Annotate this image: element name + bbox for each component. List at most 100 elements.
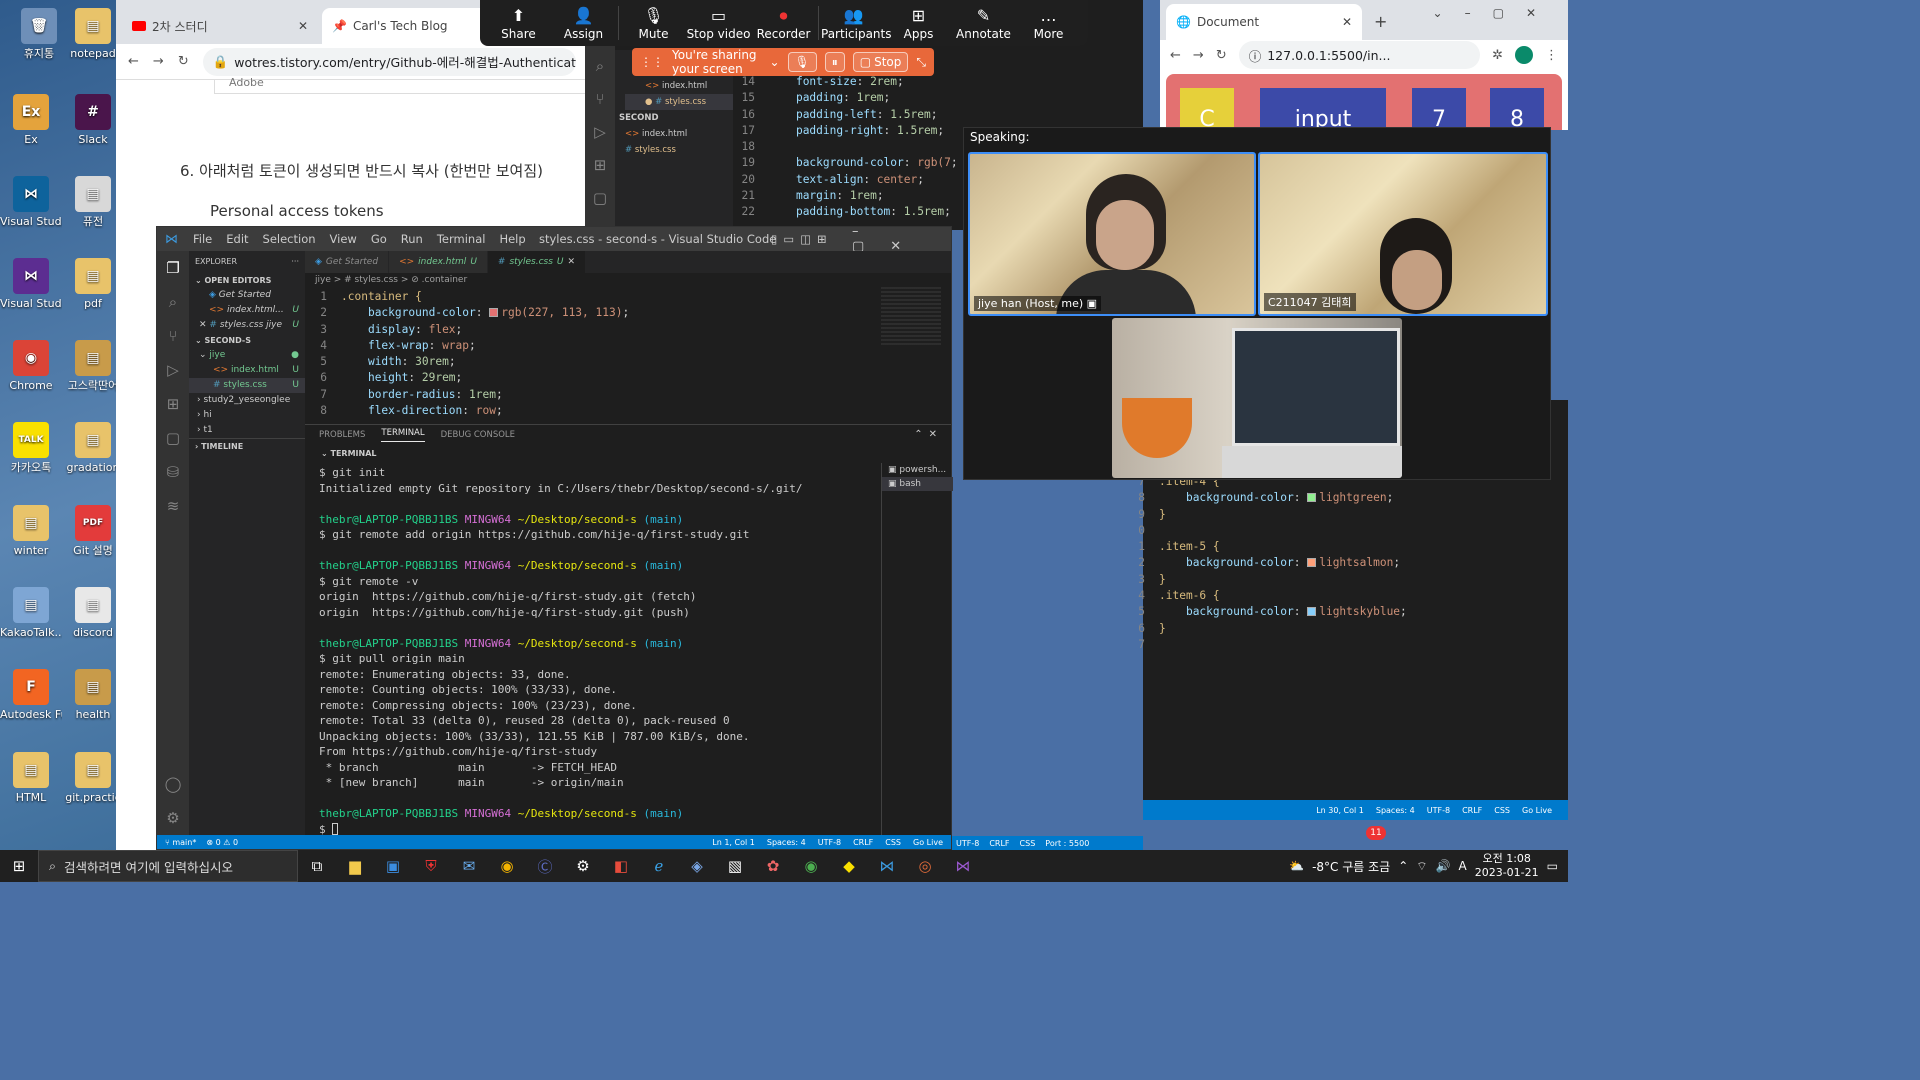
visual-studio-icon[interactable]: ⋈ <box>944 850 982 882</box>
menu-file[interactable]: File <box>193 232 212 246</box>
zoom-stop-video-button[interactable]: ▭ Stop video <box>686 5 751 41</box>
menu-icon[interactable]: ⋮ <box>1545 48 1558 63</box>
volume-icon[interactable]: 🔊 <box>1436 859 1451 873</box>
status-item[interactable]: Spaces: 4 <box>767 838 806 847</box>
menu-view[interactable]: View <box>330 232 357 246</box>
tree-item[interactable]: <> index.html U <box>189 363 305 378</box>
minimap[interactable] <box>881 287 941 347</box>
terminal-tab-powershell[interactable]: ▣ powersh... <box>882 463 953 477</box>
menu-help[interactable]: Help <box>499 232 525 246</box>
desktop-icon[interactable]: # Slack <box>62 94 124 147</box>
status-item[interactable]: Spaces: 4 <box>1376 806 1415 815</box>
menu-terminal[interactable]: Terminal <box>437 232 486 246</box>
status-item[interactable]: Go Live <box>913 838 943 847</box>
chrome-icon[interactable]: ◉ <box>488 850 526 882</box>
desktop-icon[interactable]: ▤ KakaoTalk... <box>0 587 62 640</box>
breadcrumb[interactable]: jiye > # styles.css > ⊘ .container <box>305 273 951 287</box>
color-swatch-icon[interactable] <box>489 308 499 318</box>
app-paper-icon[interactable]: ▧ <box>716 850 754 882</box>
tree-item[interactable]: # styles.css U <box>189 378 305 393</box>
collapse-icon[interactable]: ⤡ <box>916 55 926 70</box>
address-bar[interactable]: ⓘ 127.0.0.1:5500/in... <box>1238 41 1481 69</box>
run-debug-icon[interactable]: ▷ <box>157 353 189 387</box>
panel-tab-terminal[interactable]: TERMINAL <box>381 428 425 442</box>
menu-go[interactable]: Go <box>371 232 387 246</box>
panel-controls[interactable]: ⌃✕ <box>914 429 943 440</box>
explorer-icon[interactable]: ❐ <box>157 251 189 285</box>
extension-icon[interactable]: ✲ <box>1492 48 1503 63</box>
chrome-icon-2[interactable]: ◉ <box>792 850 830 882</box>
database-icon[interactable]: ⛁ <box>157 455 189 489</box>
tree-item[interactable]: ⌄ jiye ● <box>189 348 305 363</box>
desktop-icon[interactable]: ▤ git.practic <box>62 752 124 805</box>
open-editor-item[interactable]: ◈ Get Started <box>189 288 305 303</box>
remote-icon[interactable]: ▢ <box>157 421 189 455</box>
new-tab-icon[interactable]: + <box>1374 12 1387 31</box>
zoom-participants-button[interactable]: 👥 Participants <box>821 5 892 41</box>
desktop-icon[interactable]: ⋈ Visual Stud... <box>0 258 62 311</box>
tree-item[interactable]: › t1 <box>189 423 305 438</box>
status-item[interactable]: CSS <box>1494 806 1510 815</box>
color-swatch-icon[interactable] <box>1307 607 1317 617</box>
layout-icons[interactable]: ▯▭◫⊞ <box>771 232 833 246</box>
clock[interactable]: 오전 1:08 2023-01-21 <box>1475 852 1539 880</box>
extensions-icon[interactable]: ⊞ <box>157 387 189 421</box>
terminal-tab-bash[interactable]: ▣ bash <box>882 477 953 491</box>
app-c-icon[interactable]: Ⓒ <box>526 850 564 882</box>
status-item[interactable]: Ln 1, Col 1 <box>712 838 755 847</box>
color-swatch-icon[interactable] <box>1307 493 1317 503</box>
source-control-icon[interactable]: ⑂ <box>157 319 189 353</box>
status-item[interactable]: Port : 5500 <box>1045 839 1089 848</box>
forward-icon[interactable]: → <box>153 54 164 69</box>
zoom-more-button[interactable]: … More <box>1016 5 1081 41</box>
close-tab-icon[interactable]: ✕ <box>568 257 576 267</box>
desktop-icon[interactable]: ▤ 고스락딴어 <box>62 340 124 393</box>
chevron-down-icon[interactable]: ⌄ <box>769 55 779 69</box>
status-item[interactable]: Ln 30, Col 1 <box>1316 806 1364 815</box>
office-icon[interactable]: ◧ <box>602 850 640 882</box>
desktop-icon[interactable]: Ex Ex <box>0 94 62 147</box>
task-view-icon[interactable]: ⧉ <box>298 850 336 882</box>
zoom-assign-button[interactable]: 👤 Assign <box>551 5 616 41</box>
shared-camera-tile[interactable] <box>1112 318 1402 478</box>
status-item[interactable]: Go Live <box>1522 806 1552 815</box>
desktop-icon[interactable]: ◉ Chrome <box>0 340 62 393</box>
browser-tab-study[interactable]: 2차 스터디 ✕ <box>122 8 318 44</box>
desktop-icon[interactable]: ▤ discord <box>62 587 124 640</box>
back-icon[interactable]: ← <box>128 54 139 69</box>
desktop-icon[interactable]: 🗑 휴지통 <box>8 8 70 61</box>
desktop-icon[interactable]: ▤ winter <box>0 505 62 558</box>
desktop-icon[interactable]: ▤ pdf <box>62 258 124 311</box>
tree-item[interactable]: › hi <box>189 408 305 423</box>
close-icon[interactable]: ✕ <box>199 320 209 330</box>
desktop-icon[interactable]: ▤ 퓨전 <box>62 176 124 229</box>
notification-icon[interactable]: ▭ <box>1547 859 1558 873</box>
problems-indicator[interactable]: ⊗ 0 ⚠ 0 <box>206 838 238 847</box>
zoom-apps-button[interactable]: ⊞ Apps <box>886 5 951 41</box>
zoom-share-button[interactable]: ⬆ Share <box>486 5 551 41</box>
desktop-icon[interactable]: TALK 카카오톡 <box>0 422 62 475</box>
account-icon[interactable]: ◯ <box>157 767 189 801</box>
profile-avatar[interactable] <box>1515 46 1533 64</box>
mail-icon[interactable]: ✉ <box>450 850 488 882</box>
close-tab-icon[interactable]: ✕ <box>298 19 308 33</box>
participant-video-tile[interactable]: jiye han (Host, me) ▣ <box>968 152 1256 316</box>
zoom-recorder-button[interactable]: ⏺ Recorder <box>751 5 816 41</box>
kakaotalk-icon[interactable]: ◆ <box>830 850 868 882</box>
settings-gear-icon[interactable]: ⚙ <box>157 801 189 835</box>
antivirus-icon[interactable]: ⛨ <box>412 850 450 882</box>
close-tab-icon[interactable]: ✕ <box>1342 15 1352 29</box>
tree-item[interactable]: › study2_yeseonglee <box>189 393 305 408</box>
drag-handle-icon[interactable]: ⋮⋮ <box>640 55 664 69</box>
zoom-mute-button[interactable]: 🎙 Mute <box>621 5 686 41</box>
settings-icon[interactable]: ⚙ <box>564 850 602 882</box>
pause-share-button[interactable]: ⏸ <box>824 52 845 72</box>
vscode-icon[interactable]: ⋈ <box>868 850 906 882</box>
status-item[interactable]: UTF-8 <box>818 838 841 847</box>
desktop-icon[interactable]: F Autodesk Fusion 360 <box>0 669 62 722</box>
open-editors-header[interactable]: ⌄ OPEN EDITORS <box>189 273 305 288</box>
panel-tab-problems[interactable]: PROBLEMS <box>319 430 365 440</box>
editor-tab-index-html[interactable]: <> index.html U <box>389 251 488 273</box>
desktop-icon[interactable]: ▤ HTML <box>0 752 62 805</box>
menu-selection[interactable]: Selection <box>263 232 316 246</box>
